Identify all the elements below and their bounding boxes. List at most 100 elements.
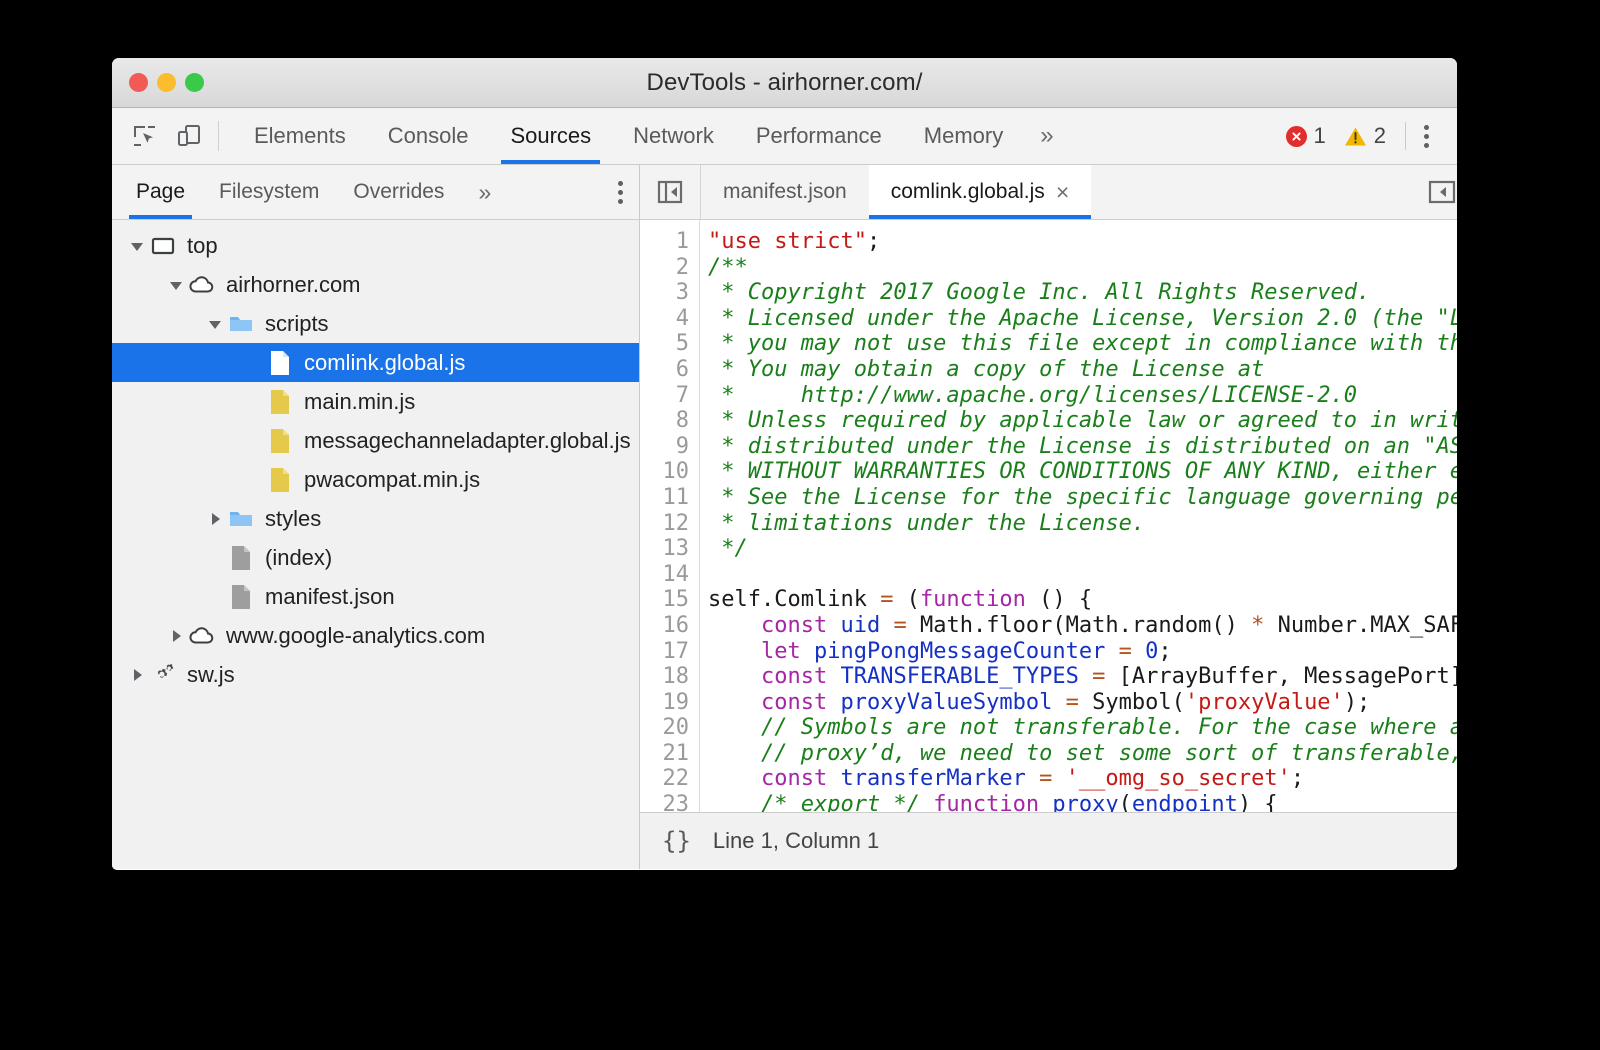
chevron-down-icon — [165, 274, 187, 296]
tree-item-styles[interactable]: styles — [112, 499, 639, 538]
code-token: * distributed under the License is distr… — [708, 434, 1457, 459]
tree-item-sw-js[interactable]: sw.js — [112, 655, 639, 694]
code-token: */ — [708, 536, 748, 561]
tab-network-label: Network — [633, 123, 714, 149]
tree-expand-toggle[interactable] — [126, 664, 148, 686]
navigator-tab-overrides[interactable]: Overrides — [336, 165, 461, 219]
tree-item-airhorner-com[interactable]: airhorner.com — [112, 265, 639, 304]
tree-item-index[interactable]: (index) — [112, 538, 639, 577]
tree-expand-toggle — [204, 547, 226, 569]
inspect-element-icon[interactable] — [130, 121, 160, 151]
code-token: self.Comlink — [708, 587, 880, 612]
code-line: */ — [708, 536, 1457, 562]
tree-item-comlink-global-js[interactable]: comlink.global.js — [112, 343, 639, 382]
navigator-menu-icon[interactable] — [610, 181, 639, 204]
code-token: ) { — [1238, 792, 1278, 812]
devtools-window: DevTools - airhorner.com/ — [112, 58, 1457, 870]
warning-count-badge[interactable]: 2 — [1335, 123, 1395, 149]
code-token: const — [761, 664, 827, 689]
code-token: pingPongMessageCounter — [814, 639, 1105, 664]
devtools-main-toolbar: Elements Console Sources Network Perform… — [112, 108, 1457, 165]
editor-tab-manifest-json[interactable]: manifest.json — [701, 165, 869, 219]
collapse-sidebar-icon[interactable] — [1411, 179, 1457, 205]
tab-network[interactable]: Network — [612, 108, 735, 164]
panel-tab-list: Elements Console Sources Network Perform… — [233, 108, 1277, 164]
navigator-more-tabs-chevron-icon[interactable]: » — [461, 165, 508, 219]
line-number: 13 — [640, 536, 689, 562]
minimize-window-button[interactable] — [157, 73, 176, 92]
code-token: endpoint — [1132, 792, 1238, 812]
tree-item-label: sw.js — [187, 664, 235, 686]
line-number: 9 — [640, 434, 689, 460]
tree-item-main-min-js[interactable]: main.min.js — [112, 382, 639, 421]
line-number: 10 — [640, 459, 689, 485]
code-token — [1132, 639, 1145, 664]
error-count-badge[interactable]: 1 — [1277, 123, 1335, 149]
file-doc-icon — [230, 544, 252, 572]
code-editor[interactable]: 123456789101112131415161718192021222324 … — [640, 220, 1457, 812]
navigator-tab-page[interactable]: Page — [119, 165, 202, 219]
tree-item-pwacompat-min-js[interactable]: pwacompat.min.js — [112, 460, 639, 499]
tree-expand-toggle[interactable] — [204, 313, 226, 335]
devtools-main-menu-icon[interactable] — [1416, 125, 1445, 148]
code-line: * Unless required by applicable law or a… — [708, 408, 1457, 434]
tree-expand-toggle — [243, 430, 265, 452]
line-number: 5 — [640, 331, 689, 357]
close-tab-icon[interactable]: × — [1056, 181, 1069, 204]
more-panels-chevron-icon[interactable]: » — [1024, 108, 1069, 164]
folder-icon — [227, 506, 255, 532]
file-doc-icon — [230, 583, 252, 611]
frame-icon — [150, 233, 176, 259]
tree-expand-toggle[interactable] — [165, 625, 187, 647]
tree-expand-toggle[interactable] — [204, 508, 226, 530]
code-line: * WITHOUT WARRANTIES OR CONDITIONS OF AN… — [708, 459, 1457, 485]
tree-item-manifest-json[interactable]: manifest.json — [112, 577, 639, 616]
editor-tab-comlink-global-js-label: comlink.global.js — [891, 180, 1045, 204]
code-token: 'proxyValue' — [1185, 690, 1344, 715]
tree-item-messagechanneladapter-global-js[interactable]: messagechanneladapter.global.js — [112, 421, 639, 460]
navigator-tab-filesystem[interactable]: Filesystem — [202, 165, 336, 219]
warning-icon — [1344, 126, 1367, 147]
tree-item-scripts[interactable]: scripts — [112, 304, 639, 343]
tab-console[interactable]: Console — [367, 108, 490, 164]
code-line: * limitations under the License. — [708, 511, 1457, 537]
tree-expand-toggle — [243, 469, 265, 491]
file-js-icon — [269, 388, 291, 416]
tab-memory[interactable]: Memory — [903, 108, 1024, 164]
editor-status-bar: {} Line 1, Column 1 — [640, 812, 1457, 869]
editor-tab-comlink-global-js[interactable]: comlink.global.js × — [869, 165, 1092, 219]
tab-console-label: Console — [388, 123, 469, 149]
tree-expand-toggle[interactable] — [165, 274, 187, 296]
zoom-window-button[interactable] — [185, 73, 204, 92]
tab-sources[interactable]: Sources — [489, 108, 612, 164]
code-token — [801, 639, 814, 664]
screenshot-stage: DevTools - airhorner.com/ — [0, 0, 1600, 1050]
sources-panel-body: Page Filesystem Overrides » topairhorner… — [112, 165, 1457, 869]
collapse-navigator-icon[interactable] — [640, 165, 701, 219]
navigator-tab-filesystem-label: Filesystem — [219, 180, 319, 204]
code-token — [1079, 664, 1092, 689]
code-token: ; — [1291, 766, 1304, 791]
close-window-button[interactable] — [129, 73, 148, 92]
file-js-selected-icon — [269, 349, 291, 377]
file-js-icon — [269, 466, 291, 494]
window-title: DevTools - airhorner.com/ — [112, 69, 1457, 97]
code-token: Symbol( — [1079, 690, 1185, 715]
navigator-sidebar: Page Filesystem Overrides » topairhorner… — [112, 165, 640, 869]
file-doc-icon — [226, 544, 256, 572]
tree-item-top[interactable]: top — [112, 226, 639, 265]
tab-elements[interactable]: Elements — [233, 108, 367, 164]
tree-item-www-google-analytics-com[interactable]: www.google-analytics.com — [112, 616, 639, 655]
code-token — [1052, 766, 1065, 791]
code-token — [708, 613, 761, 638]
code-token — [708, 766, 761, 791]
pretty-print-icon[interactable]: {} — [662, 827, 691, 855]
code-token — [920, 792, 933, 812]
tab-performance[interactable]: Performance — [735, 108, 903, 164]
code-token — [827, 766, 840, 791]
line-number: 16 — [640, 613, 689, 639]
device-toolbar-icon[interactable] — [174, 121, 204, 151]
code-token — [1039, 792, 1052, 812]
tree-expand-toggle[interactable] — [126, 235, 148, 257]
source-code-content[interactable]: "use strict";/** * Copyright 2017 Google… — [700, 220, 1457, 812]
